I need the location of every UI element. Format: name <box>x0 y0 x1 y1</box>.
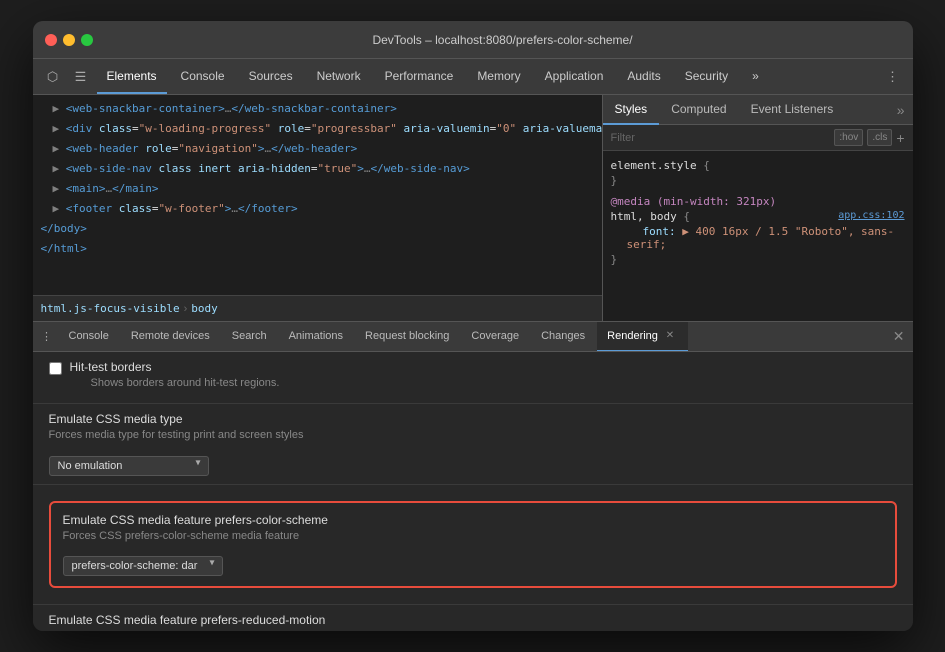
inspector-icon[interactable]: ☰ <box>69 65 93 89</box>
breadcrumb-item-html[interactable]: html.js-focus-visible <box>41 302 180 315</box>
tab-performance[interactable]: Performance <box>375 59 464 94</box>
style-close-2: } <box>611 253 905 266</box>
bottom-panel: ⋮ Console Remote devices Search Animatio… <box>33 321 913 631</box>
filter-input[interactable] <box>611 132 831 144</box>
tab-sources[interactable]: Sources <box>239 59 303 94</box>
tab-elements[interactable]: Elements <box>97 59 167 94</box>
maximize-button[interactable] <box>81 34 93 46</box>
tab-console[interactable]: Console <box>171 59 235 94</box>
tab-request-blocking[interactable]: Request blocking <box>355 322 459 352</box>
style-close: } <box>611 174 905 187</box>
style-block-element: element.style { } <box>611 159 905 187</box>
tab-rendering-close[interactable]: ✕ <box>662 328 678 344</box>
dom-line: ▶ <main>…</main> <box>33 179 602 199</box>
tab-coverage[interactable]: Coverage <box>461 322 529 352</box>
css-media-type-desc: Forces media type for testing print and … <box>49 428 897 443</box>
reduced-motion-desc: Forces CSS prefers-reduced-motion media … <box>49 629 897 631</box>
color-scheme-highlight-box: Emulate CSS media feature prefers-color-… <box>49 501 897 588</box>
hit-test-label: Hit-test borders <box>70 360 280 374</box>
devtools-window: DevTools – localhost:8080/prefers-color-… <box>33 21 913 631</box>
reduced-motion-section: Emulate CSS media feature prefers-reduce… <box>33 605 913 631</box>
dom-line: ▶ <web-header role="navigation">…</web-h… <box>33 139 602 159</box>
close-bottom-panel-button[interactable]: ✕ <box>889 324 909 349</box>
cls-button[interactable]: .cls <box>867 129 892 146</box>
close-icon[interactable]: ✕ <box>662 328 678 344</box>
css-media-type-label: Emulate CSS media type <box>49 412 897 426</box>
tab-changes[interactable]: Changes <box>531 322 595 352</box>
color-scheme-select-wrapper: No emulation prefers-color-scheme: dark … <box>63 550 223 576</box>
dom-line: ▶ <div class="w-loading-progress" role="… <box>33 119 602 139</box>
hit-test-row: Hit-test borders Shows borders around hi… <box>49 360 897 391</box>
dom-line: ▶ <web-snackbar-container>…</web-snackba… <box>33 99 602 119</box>
css-media-type-select[interactable]: No emulation print screen <box>49 456 209 476</box>
tab-rendering[interactable]: Rendering ✕ <box>597 322 688 352</box>
dom-viewer[interactable]: ▶ <web-snackbar-container>…</web-snackba… <box>33 95 602 295</box>
tab-console-bottom[interactable]: Console <box>59 322 119 352</box>
tab-more[interactable]: » <box>742 59 769 94</box>
tab-memory[interactable]: Memory <box>467 59 530 94</box>
tab-application[interactable]: Application <box>535 59 614 94</box>
styles-tabs: Styles Computed Event Listeners » <box>603 95 913 125</box>
style-block-media: @media (min-width: 321px) html, body { a… <box>611 195 905 266</box>
dom-line: ▶ <footer class="w-footer">…</footer> <box>33 199 602 219</box>
tab-network[interactable]: Network <box>307 59 371 94</box>
hov-button[interactable]: :hov <box>834 129 863 146</box>
bottom-tabs: ⋮ Console Remote devices Search Animatio… <box>33 322 913 352</box>
tab-animations[interactable]: Animations <box>279 322 353 352</box>
color-scheme-section: Emulate CSS media feature prefers-color-… <box>33 485 913 605</box>
main-content: ▶ <web-snackbar-container>…</web-snackba… <box>33 95 913 321</box>
hit-test-label-group: Hit-test borders Shows borders around hi… <box>70 360 280 391</box>
hit-test-section: Hit-test borders Shows borders around hi… <box>33 352 913 404</box>
cursor-icon[interactable]: ⬡ <box>41 65 65 89</box>
color-scheme-select[interactable]: No emulation prefers-color-scheme: dark … <box>63 556 223 576</box>
dom-line: </body> <box>33 219 602 239</box>
traffic-lights <box>45 34 93 46</box>
tab-remote-devices[interactable]: Remote devices <box>121 322 220 352</box>
bottom-tab-menu-icon[interactable]: ⋮ <box>37 327 57 347</box>
style-rule: font: ▶ 400 16px / 1.5 "Roboto", sans-se… <box>611 225 905 251</box>
breadcrumb-item-body[interactable]: body <box>191 302 218 315</box>
styles-more-tabs[interactable]: » <box>889 102 913 118</box>
tab-event-listeners[interactable]: Event Listeners <box>739 95 846 125</box>
dom-line: </html> <box>33 239 602 259</box>
title-bar: DevTools – localhost:8080/prefers-color-… <box>33 21 913 59</box>
add-style-button[interactable]: + <box>896 130 904 146</box>
dom-line: ▶ <web-side-nav class inert aria-hidden=… <box>33 159 602 179</box>
media-query: @media (min-width: 321px) <box>611 195 905 208</box>
close-button[interactable] <box>45 34 57 46</box>
styles-content[interactable]: element.style { } @media (min-width: 321… <box>603 151 913 321</box>
window-title: DevTools – localhost:8080/prefers-color-… <box>105 33 901 47</box>
style-selector-html-body: html, body { app.css:102 <box>611 210 905 223</box>
style-selector: element.style { <box>611 159 905 172</box>
color-scheme-desc: Forces CSS prefers-color-scheme media fe… <box>63 529 883 544</box>
css-media-type-section: Emulate CSS media type Forces media type… <box>33 404 913 484</box>
reduced-motion-label: Emulate CSS media feature prefers-reduce… <box>49 613 897 627</box>
breadcrumb: html.js-focus-visible › body <box>33 295 602 321</box>
main-toolbar: ⬡ ☰ Elements Console Sources Network Per… <box>33 59 913 95</box>
tab-computed[interactable]: Computed <box>659 95 738 125</box>
hit-test-desc: Shows borders around hit-test regions. <box>70 376 280 391</box>
tab-search[interactable]: Search <box>222 322 277 352</box>
tab-audits[interactable]: Audits <box>617 59 670 94</box>
styles-filter-bar: :hov .cls + <box>603 125 913 151</box>
tab-security[interactable]: Security <box>675 59 738 94</box>
more-options-icon[interactable]: ⋮ <box>881 65 905 89</box>
style-source-link[interactable]: app.css:102 <box>838 210 904 221</box>
tab-styles[interactable]: Styles <box>603 95 660 125</box>
css-media-type-select-wrapper: No emulation print screen <box>49 450 209 476</box>
left-panel: ▶ <web-snackbar-container>…</web-snackba… <box>33 95 603 321</box>
minimize-button[interactable] <box>63 34 75 46</box>
rendering-panel-content[interactable]: Hit-test borders Shows borders around hi… <box>33 352 913 631</box>
color-scheme-label: Emulate CSS media feature prefers-color-… <box>63 513 883 527</box>
hit-test-checkbox[interactable] <box>49 362 62 375</box>
right-panel: Styles Computed Event Listeners » :hov .… <box>603 95 913 321</box>
